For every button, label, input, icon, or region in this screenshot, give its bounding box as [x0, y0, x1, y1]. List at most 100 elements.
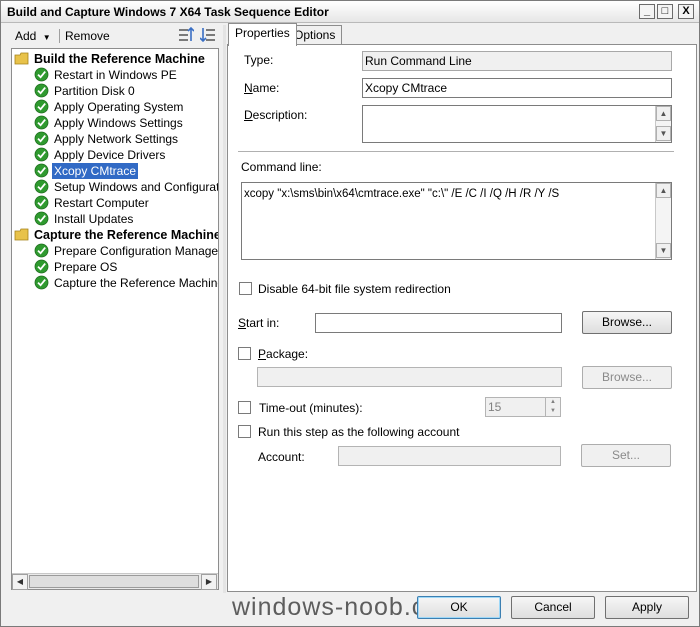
start-in-input[interactable] — [315, 313, 562, 333]
minimize-button[interactable]: _ — [639, 4, 655, 19]
window-title: Build and Capture Windows 7 X64 Task Seq… — [7, 5, 329, 19]
move-down-icon — [199, 28, 215, 43]
tree-item[interactable]: Prepare Configuration Manager Cli — [34, 243, 219, 259]
check-icon — [34, 195, 49, 210]
package-browse-button[interactable]: Browse... — [582, 366, 672, 389]
spin-down-icon[interactable]: ▼ — [546, 407, 560, 416]
tree-item-label: Restart Computer — [54, 196, 149, 210]
description-scrollbar[interactable]: ▲ ▼ — [655, 106, 671, 142]
tree-item-label: Install Updates — [54, 212, 134, 226]
scroll-right-icon[interactable]: ▶ — [201, 574, 217, 590]
tree-item[interactable]: Apply Windows Settings — [34, 115, 185, 131]
name-label: Name: — [244, 81, 280, 95]
tree-item-label: Xcopy CMtrace — [52, 163, 139, 179]
check-icon — [34, 211, 49, 226]
description-textarea[interactable]: ▲ ▼ — [362, 105, 672, 143]
folder-icon — [14, 52, 29, 65]
tree-horizontal-scrollbar[interactable]: ◀ ▶ — [12, 573, 218, 590]
tree-item[interactable]: Apply Operating System — [34, 99, 185, 115]
folder-icon — [14, 228, 29, 241]
tree-item-label: Apply Network Settings — [54, 132, 179, 146]
package-label: Package: — [258, 347, 309, 361]
package-checkbox[interactable] — [238, 347, 251, 360]
run-as-checkbox[interactable] — [238, 425, 251, 438]
move-down-button[interactable] — [199, 26, 216, 44]
command-line-textarea[interactable]: xcopy "x:\sms\bin\x64\cmtrace.exe" "c:\"… — [241, 182, 672, 260]
tab-properties[interactable]: Properties — [228, 23, 297, 46]
command-line-scrollbar[interactable]: ▲ ▼ — [655, 183, 671, 259]
check-icon — [34, 147, 49, 162]
package-input[interactable] — [257, 367, 562, 387]
scrollbar-thumb[interactable] — [29, 575, 199, 588]
account-input[interactable] — [338, 446, 561, 466]
start-in-browse-button[interactable]: Browse... — [582, 311, 672, 334]
name-input[interactable]: Xcopy CMtrace — [362, 78, 672, 98]
tree-item[interactable]: Prepare OS — [34, 259, 119, 275]
spin-up-icon[interactable]: ▲ — [546, 398, 560, 407]
apply-button[interactable]: Apply — [605, 596, 689, 619]
type-label: Type: — [244, 53, 274, 67]
task-sequence-editor-window: Build and Capture Windows 7 X64 Task Seq… — [0, 0, 700, 627]
remove-button[interactable]: Remove — [65, 27, 110, 45]
task-sequence-tree[interactable]: Build the Reference Machine Restart in W… — [11, 48, 219, 590]
properties-panel: Type: Run Command Line Name: Xcopy CMtra… — [227, 44, 697, 592]
check-icon — [34, 131, 49, 146]
tree-item[interactable]: Xcopy CMtrace — [34, 163, 139, 179]
check-icon — [34, 179, 49, 194]
maximize-button[interactable]: □ — [657, 4, 673, 19]
add-menu-button[interactable]: Add ▼ — [15, 27, 51, 45]
pane-splitter[interactable] — [223, 25, 226, 593]
toolbar-separator — [59, 29, 60, 43]
tree-item-label: Apply Windows Settings — [54, 116, 183, 130]
scroll-down-icon[interactable]: ▼ — [656, 126, 671, 141]
tree-group-label: Capture the Reference Machine — [34, 228, 219, 242]
tree-item[interactable]: Apply Network Settings — [34, 131, 180, 147]
disable-redirection-checkbox[interactable] — [239, 282, 252, 295]
start-in-label: Start in: — [238, 316, 280, 330]
set-account-button[interactable]: Set... — [581, 444, 671, 467]
scroll-up-icon[interactable]: ▲ — [656, 183, 671, 198]
move-up-button[interactable] — [178, 26, 195, 44]
tree-item[interactable]: Install Updates — [34, 211, 135, 227]
tree-item[interactable]: Capture the Reference Machine — [34, 275, 219, 291]
tree-item-label: Prepare Configuration Manager Cli — [54, 244, 219, 258]
ok-button[interactable]: OK — [417, 596, 501, 619]
close-button[interactable]: X — [678, 4, 694, 19]
account-label: Account: — [258, 450, 305, 464]
description-label: Description: — [244, 108, 308, 122]
timeout-label: Time-out (minutes): — [259, 401, 363, 415]
scroll-up-icon[interactable]: ▲ — [656, 106, 671, 121]
chevron-down-icon: ▼ — [42, 33, 51, 42]
timeout-spinner[interactable]: 15 ▲ ▼ — [485, 397, 561, 417]
tree-item[interactable]: Apply Device Drivers — [34, 147, 167, 163]
run-as-label: Run this step as the following account — [258, 425, 460, 439]
tree-item-label: Apply Operating System — [54, 100, 184, 114]
tree-item-label: Restart in Windows PE — [54, 68, 177, 82]
check-icon — [34, 115, 49, 130]
cancel-button[interactable]: Cancel — [511, 596, 595, 619]
tree-item-label: Partition Disk 0 — [54, 84, 135, 98]
tree-item[interactable]: Restart in Windows PE — [34, 67, 179, 83]
command-line-label: Command line: — [241, 160, 322, 174]
timeout-checkbox[interactable] — [238, 401, 251, 414]
disable-redirection-label: Disable 64-bit file system redirection — [258, 282, 451, 296]
move-up-icon — [179, 26, 195, 41]
check-icon — [34, 99, 49, 114]
tree-item-label: Capture the Reference Machine — [54, 276, 219, 290]
type-value: Run Command Line — [362, 51, 672, 71]
spinner-arrows[interactable]: ▲ ▼ — [545, 398, 560, 416]
tree-group-build[interactable]: Build the Reference Machine — [14, 51, 207, 67]
tree-item[interactable]: Restart Computer — [34, 195, 151, 211]
tree-item[interactable]: Partition Disk 0 — [34, 83, 137, 99]
scroll-down-icon[interactable]: ▼ — [656, 243, 671, 258]
tree-item[interactable]: Setup Windows and Configuration — [34, 179, 218, 195]
check-icon — [34, 243, 49, 258]
scroll-left-icon[interactable]: ◀ — [12, 574, 28, 590]
check-icon — [34, 259, 49, 274]
tree-group-capture[interactable]: Capture the Reference Machine — [14, 227, 219, 243]
tree-toolbar: Add ▼ Remove — [5, 25, 221, 47]
title-bar[interactable]: Build and Capture Windows 7 X64 Task Seq… — [1, 1, 699, 23]
tree-group-label: Build the Reference Machine — [34, 52, 205, 66]
check-icon — [34, 67, 49, 82]
check-icon — [34, 163, 49, 178]
